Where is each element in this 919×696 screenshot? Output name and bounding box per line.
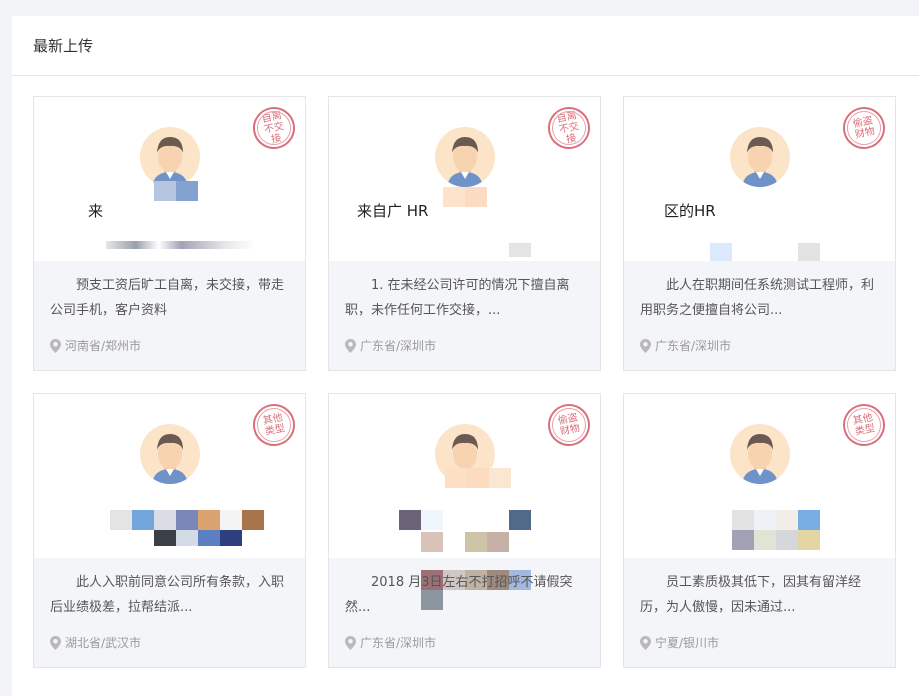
location-text: 广东省/深圳市 — [655, 339, 732, 353]
redacted-mosaic — [399, 510, 539, 530]
latest-uploads-panel: 最新上传 自离不交接 来 预支工资后旷工自离，未交接，带走公司手机，客户资料 河… — [12, 16, 919, 696]
avatar — [140, 127, 200, 187]
redacted-mosaic — [445, 468, 511, 488]
card-location: 广东省/深圳市 — [345, 634, 436, 651]
card-location: 广东省/深圳市 — [345, 337, 436, 354]
category-stamp: 偷盗财物 — [839, 103, 889, 153]
report-card[interactable]: 自离不交接 来 预支工资后旷工自离，未交接，带走公司手机，客户资料 河南省/郑州… — [33, 96, 306, 371]
report-card[interactable]: 偷盗财物 2018 月3日左右不打招呼不请假突然... 广东省/深圳市 — [328, 393, 601, 668]
card-title: 来 — [88, 202, 104, 220]
card-location: 湖北省/武汉市 — [50, 634, 141, 651]
redacted-mosaic — [710, 243, 820, 263]
redacted-mosaic — [154, 530, 244, 546]
card-description: 预支工资后旷工自离，未交接，带走公司手机，客户资料 — [50, 278, 285, 318]
redacted-mosaic — [443, 187, 487, 207]
location-pin-icon — [345, 635, 356, 650]
category-stamp: 偷盗财物 — [544, 400, 594, 450]
card-description: 1. 在未经公司许可的情况下擅自离职，未作任何工作交接，... — [345, 278, 570, 318]
redacted-mosaic — [106, 241, 256, 249]
card-description: 此人在职期间任系统测试工程师，利用职务之便擅自将公司... — [640, 278, 875, 318]
location-pin-icon — [640, 338, 651, 353]
card-description: 员工素质极其低下，因其有留洋经历，为人傲慢，因未通过... — [640, 575, 862, 615]
card-grid: 自离不交接 来 预支工资后旷工自离，未交接，带走公司手机，客户资料 河南省/郑州… — [33, 96, 913, 686]
avatar — [435, 127, 495, 187]
redacted-mosaic — [421, 532, 521, 552]
report-card[interactable]: 其他类型 此人入职前同意公司所有条款，入职后业绩极差，拉帮结派... 湖北省/武… — [33, 393, 306, 668]
location-text: 广东省/深圳市 — [360, 636, 437, 650]
report-card[interactable]: 偷盗财物 区的HR 此人在职期间任系统测试工程师，利用职务之便擅自将公司... … — [623, 96, 896, 371]
redacted-mosaic — [110, 510, 270, 530]
location-pin-icon — [345, 338, 356, 353]
location-text: 河南省/郑州市 — [65, 339, 142, 353]
redacted-mosaic — [732, 510, 822, 550]
panel-title: 最新上传 — [12, 16, 919, 76]
redacted-mosaic — [509, 243, 533, 257]
location-pin-icon — [50, 338, 61, 353]
category-stamp: 其他类型 — [249, 400, 299, 450]
redacted-mosaic — [154, 181, 200, 201]
category-stamp: 自离不交接 — [544, 103, 594, 153]
category-stamp: 其他类型 — [839, 400, 889, 450]
location-pin-icon — [50, 635, 61, 650]
location-pin-icon — [640, 635, 651, 650]
category-stamp: 自离不交接 — [249, 103, 299, 153]
avatar — [730, 424, 790, 484]
card-description: 2018 月3日左右不打招呼不请假突然... — [345, 575, 573, 615]
location-text: 宁夏/银川市 — [655, 636, 720, 650]
card-location: 广东省/深圳市 — [640, 337, 731, 354]
card-title: 区的HR — [664, 202, 716, 220]
location-text: 广东省/深圳市 — [360, 339, 437, 353]
avatar — [140, 424, 200, 484]
location-text: 湖北省/武汉市 — [65, 636, 142, 650]
card-location: 宁夏/银川市 — [640, 634, 719, 651]
card-location: 河南省/郑州市 — [50, 337, 141, 354]
card-description: 此人入职前同意公司所有条款，入职后业绩极差，拉帮结派... — [50, 575, 285, 615]
report-card[interactable]: 自离不交接 来自广 HR 1. 在未经公司许可的情况下擅自离职，未作任何工作交接… — [328, 96, 601, 371]
avatar — [730, 127, 790, 187]
report-card[interactable]: 其他类型 员工素质极其低下，因其有留洋经历，为人傲慢，因未通过... 宁夏/银川… — [623, 393, 896, 668]
